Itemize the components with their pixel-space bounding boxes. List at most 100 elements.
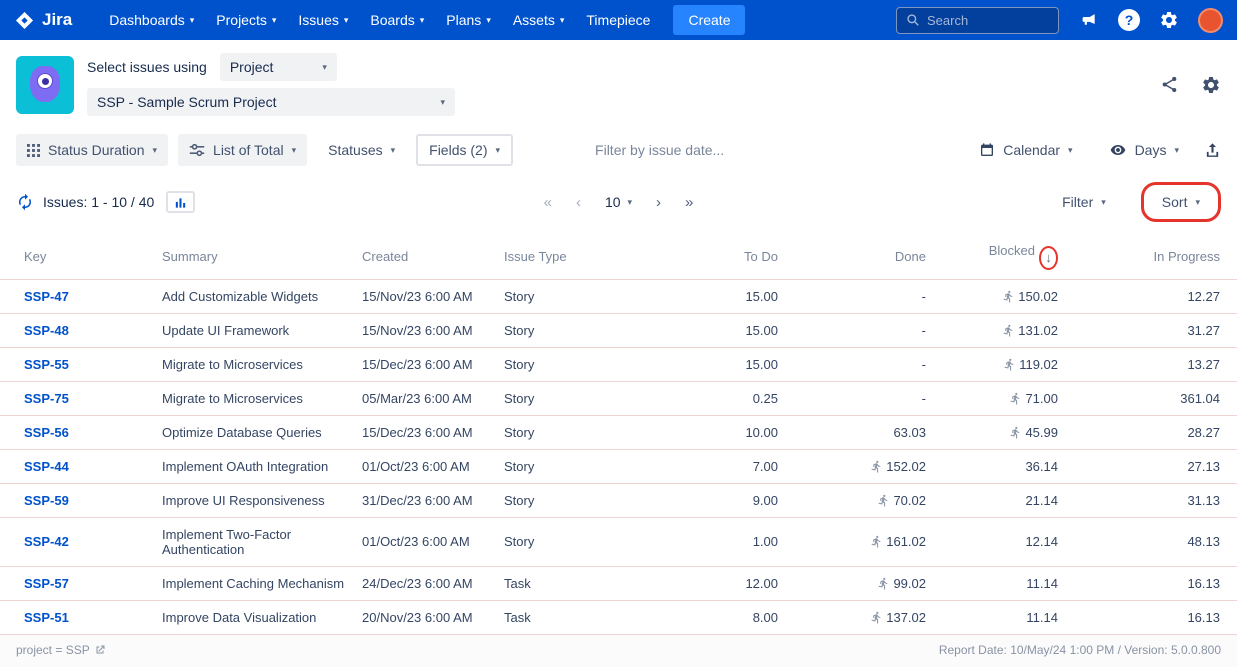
page-size-dropdown[interactable]: 10 ▾ — [605, 194, 632, 210]
nav-item-timepiece[interactable]: Timepiece — [575, 5, 661, 35]
table-header-row: Key Summary Created Issue Type To Do Don… — [0, 234, 1237, 279]
user-avatar[interactable] — [1198, 8, 1223, 33]
todo-cell: 10.00 — [638, 415, 786, 449]
nav-item-plans[interactable]: Plans▾ — [435, 5, 502, 35]
column-header-blocked[interactable]: Blocked↓ — [934, 234, 1066, 279]
in-progress-cell: 16.13 — [1066, 566, 1237, 600]
nav-item-issues[interactable]: Issues▾ — [287, 5, 359, 35]
share-icon[interactable] — [1160, 75, 1179, 94]
report-settings-gear-icon[interactable] — [1201, 75, 1221, 95]
sort-label: Sort — [1162, 194, 1188, 210]
chevron-down-icon: ▾ — [440, 98, 445, 107]
blocked-cell: 45.99 — [934, 415, 1066, 449]
done-value: - — [922, 323, 926, 338]
issue-type-cell: Story — [496, 415, 638, 449]
key-cell: SSP-57 — [0, 566, 154, 600]
issue-source-mode-dropdown[interactable]: Project ▾ — [220, 53, 337, 81]
filter-dropdown[interactable]: Filter ▾ — [1051, 186, 1117, 218]
calendar-dropdown[interactable]: Calendar ▾ — [968, 134, 1083, 166]
created-cell: 01/Oct/23 6:00 AM — [354, 517, 496, 566]
sort-descending-icon[interactable]: ↓ — [1045, 250, 1052, 265]
key-cell: SSP-42 — [0, 517, 154, 566]
grid-icon — [27, 144, 40, 157]
running-status-icon — [870, 611, 883, 624]
issue-key-link[interactable]: SSP-48 — [24, 323, 69, 338]
chevron-down-icon: ▾ — [420, 16, 425, 25]
column-header-issue-type[interactable]: Issue Type — [496, 234, 638, 279]
project-dropdown[interactable]: SSP - Sample Scrum Project ▾ — [87, 88, 455, 116]
eye-icon — [1109, 142, 1127, 158]
export-icon[interactable] — [1204, 142, 1221, 159]
blocked-value: 11.14 — [1026, 610, 1058, 625]
refresh-button[interactable] — [16, 193, 34, 211]
column-header-done[interactable]: Done — [786, 234, 934, 279]
search-input[interactable] — [927, 13, 1037, 28]
issue-type-cell: Task — [496, 566, 638, 600]
statuses-dropdown[interactable]: Statuses ▾ — [317, 134, 406, 166]
blocked-value: 150.02 — [1018, 289, 1058, 304]
issue-key-link[interactable]: SSP-44 — [24, 459, 69, 474]
first-page-button[interactable]: « — [544, 194, 552, 211]
done-cell: 63.03 — [786, 415, 934, 449]
nav-item-label: Timepiece — [586, 12, 650, 28]
nav-item-dashboards[interactable]: Dashboards▾ — [98, 5, 205, 35]
nav-item-projects[interactable]: Projects▾ — [205, 5, 287, 35]
summary-cell: Optimize Database Queries — [154, 415, 354, 449]
announcements-megaphone-icon[interactable] — [1079, 12, 1099, 29]
running-status-icon — [1009, 426, 1022, 439]
blocked-value: 21.14 — [1025, 493, 1058, 508]
issue-key-link[interactable]: SSP-51 — [24, 610, 69, 625]
prev-page-button[interactable]: ‹ — [576, 194, 581, 211]
in-progress-cell: 31.13 — [1066, 483, 1237, 517]
todo-cell: 15.00 — [638, 279, 786, 313]
blocked-cell: 21.14 — [934, 483, 1066, 517]
key-cell: SSP-55 — [0, 347, 154, 381]
created-cell: 24/Dec/23 6:00 AM — [354, 566, 496, 600]
column-header-in-progress[interactable]: In Progress — [1066, 234, 1237, 279]
column-header-todo[interactable]: To Do — [638, 234, 786, 279]
calendar-label: Calendar — [1003, 142, 1060, 158]
days-unit-dropdown[interactable]: Days ▾ — [1098, 134, 1190, 166]
help-icon[interactable]: ? — [1118, 9, 1140, 31]
status-duration-label: Status Duration — [48, 142, 145, 158]
issue-key-link[interactable]: SSP-47 — [24, 289, 69, 304]
issue-key-link[interactable]: SSP-57 — [24, 576, 69, 591]
column-header-created[interactable]: Created — [354, 234, 496, 279]
chart-view-button[interactable] — [166, 191, 195, 213]
nav-item-label: Dashboards — [109, 12, 185, 28]
issue-date-filter-input[interactable] — [595, 142, 755, 158]
list-of-total-dropdown[interactable]: List of Total ▾ — [178, 134, 307, 166]
summary-cell: Improve Data Visualization — [154, 600, 354, 634]
blocked-value: 11.14 — [1026, 576, 1058, 591]
nav-item-boards[interactable]: Boards▾ — [359, 5, 435, 35]
issues-table-container: Key Summary Created Issue Type To Do Don… — [0, 234, 1237, 635]
settings-gear-icon[interactable] — [1159, 10, 1179, 30]
external-link-icon[interactable] — [94, 644, 106, 656]
in-progress-cell: 31.27 — [1066, 313, 1237, 347]
issue-row: SSP-59Improve UI Responsiveness31/Dec/23… — [0, 483, 1237, 517]
nav-item-assets[interactable]: Assets▾ — [502, 5, 576, 35]
column-header-summary[interactable]: Summary — [154, 234, 354, 279]
jira-logo[interactable]: Jira — [14, 10, 72, 31]
issue-key-link[interactable]: SSP-42 — [24, 534, 69, 549]
status-duration-dropdown[interactable]: Status Duration ▾ — [16, 134, 168, 166]
issue-key-link[interactable]: SSP-59 — [24, 493, 69, 508]
issue-type-cell: Story — [496, 517, 638, 566]
report-header-icons — [1160, 75, 1221, 95]
issue-key-link[interactable]: SSP-75 — [24, 391, 69, 406]
issue-row: SSP-47Add Customizable Widgets15/Nov/23 … — [0, 279, 1237, 313]
create-button[interactable]: Create — [673, 5, 745, 35]
issue-key-link[interactable]: SSP-55 — [24, 357, 69, 372]
last-page-button[interactable]: » — [685, 194, 693, 211]
fields-dropdown[interactable]: Fields (2) ▾ — [416, 134, 513, 166]
nav-item-label: Issues — [298, 12, 338, 28]
done-value: 152.02 — [886, 459, 926, 474]
column-header-key[interactable]: Key — [0, 234, 154, 279]
next-page-button[interactable]: › — [656, 194, 661, 211]
sort-dropdown[interactable]: Sort ▾ — [1151, 186, 1211, 218]
navbar-search[interactable] — [896, 7, 1059, 34]
blocked-cell: 150.02 — [934, 279, 1066, 313]
issue-key-link[interactable]: SSP-56 — [24, 425, 69, 440]
bar-chart-icon — [173, 196, 188, 210]
filter-label: Filter — [1062, 194, 1093, 210]
